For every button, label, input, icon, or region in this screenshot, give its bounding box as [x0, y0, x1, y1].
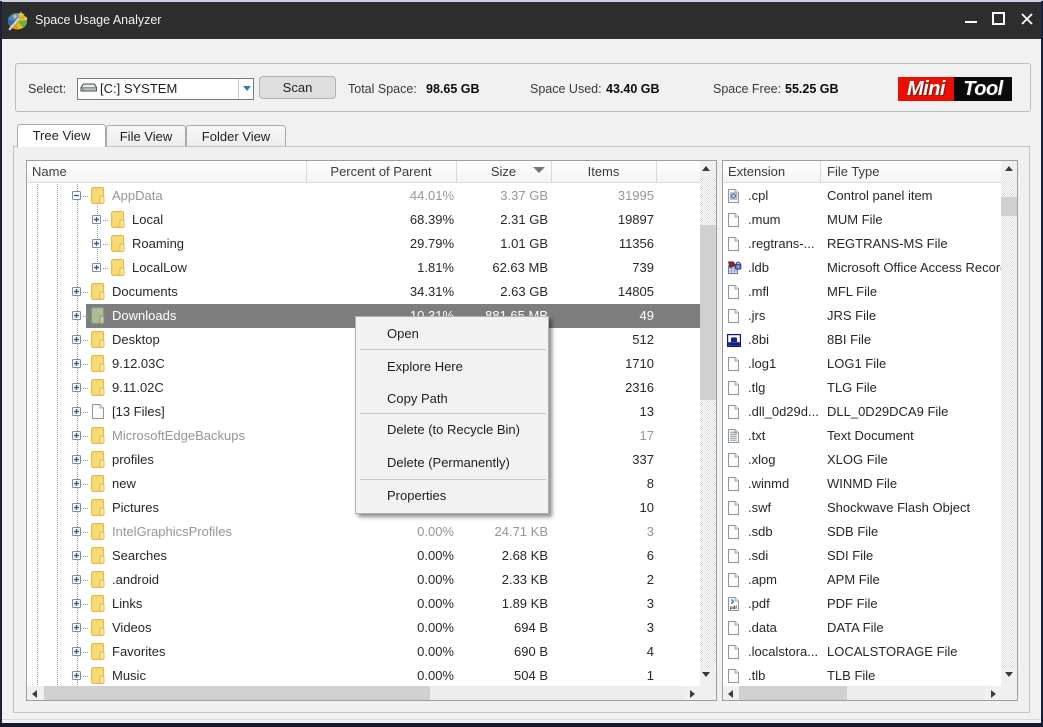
- svg-text:pdf: pdf: [730, 605, 737, 610]
